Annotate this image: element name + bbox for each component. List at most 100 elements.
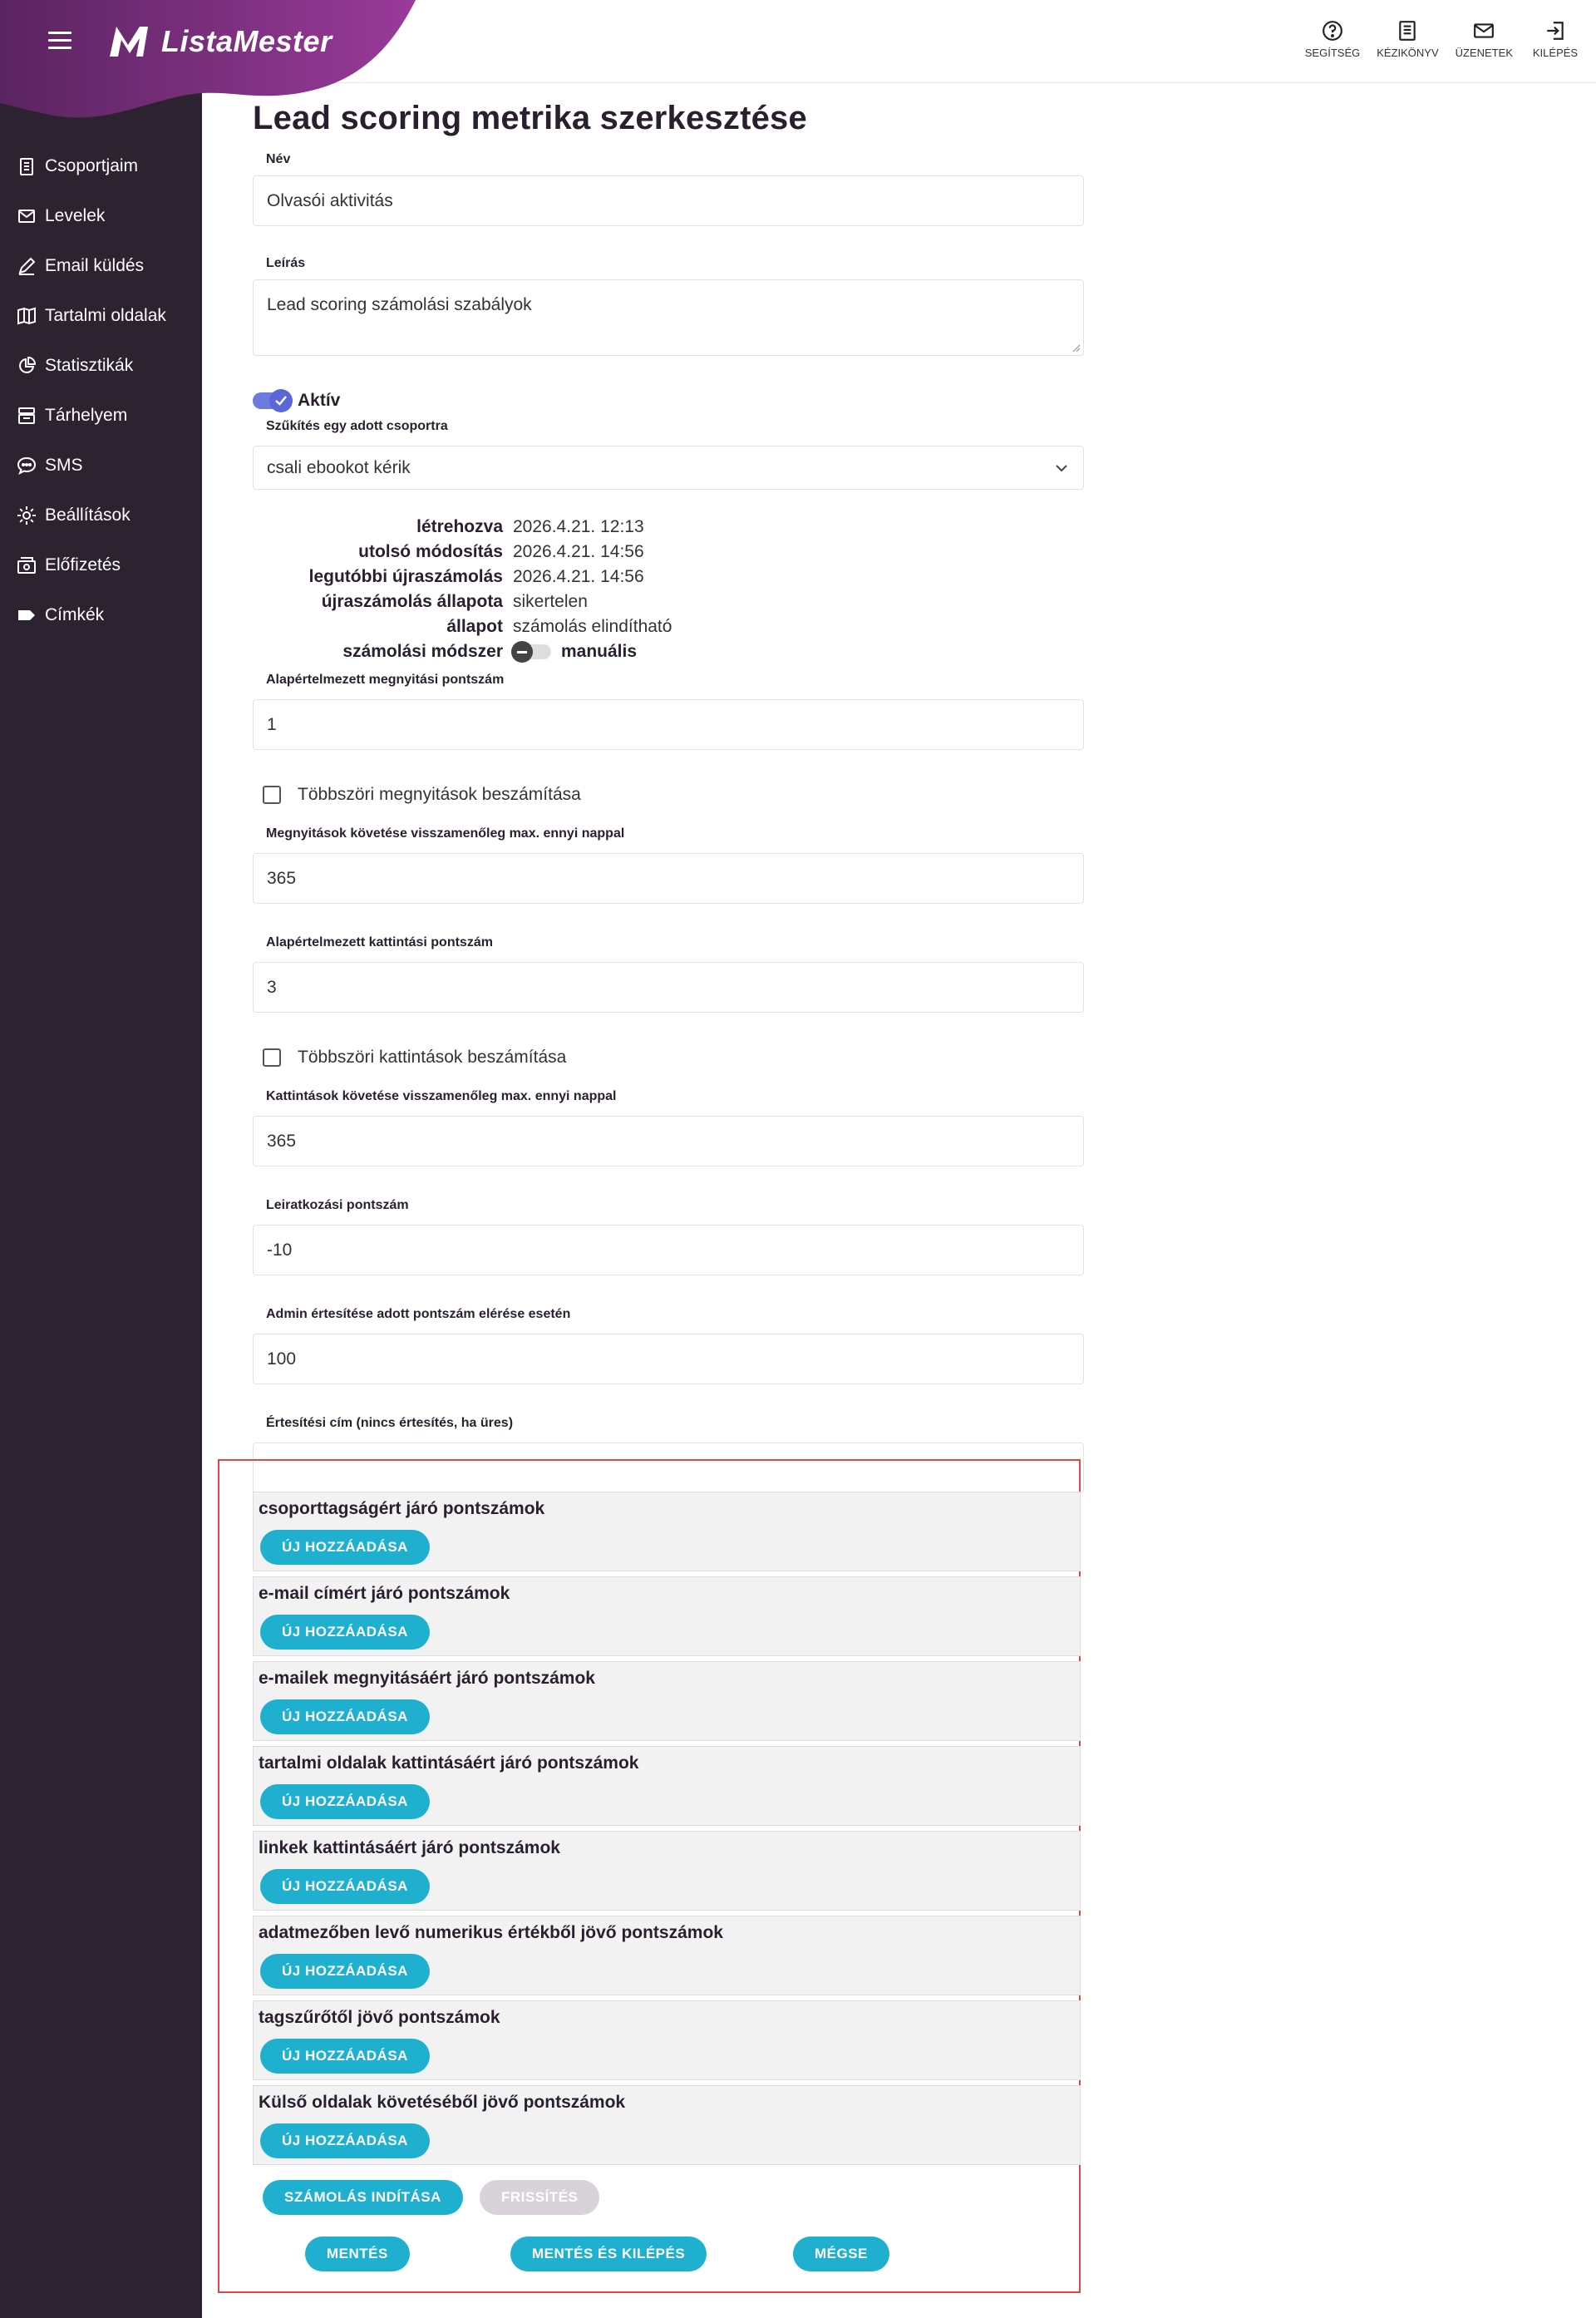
resize-grip-icon[interactable] (1071, 343, 1080, 352)
score-block-external-pages: Külső oldalak követéséből jövő pontszámo… (253, 2085, 1081, 2165)
pie-chart-icon (19, 356, 37, 373)
help-button[interactable]: SEGÍTSÉG (1305, 20, 1360, 59)
cancel-button[interactable]: MÉGSE (793, 2237, 889, 2271)
multi-open-checkbox[interactable] (263, 786, 281, 804)
add-new-button[interactable]: ÚJ HOZZÁADÁSA (260, 2123, 430, 2158)
click-score-input[interactable]: 3 (253, 962, 1084, 1013)
sidebar-item-statistics[interactable]: Statisztikák (0, 341, 202, 391)
description-label: Leírás (266, 256, 306, 270)
open-score-value: 1 (267, 714, 277, 734)
metric-edit-form: Lead scoring metrika szerkesztése Név Ol… (253, 100, 1084, 1493)
score-block-link-clicks: linkek kattintásáért járó pontszámok ÚJ … (253, 1831, 1081, 1911)
description-textarea[interactable]: Lead scoring számolási szabályok (253, 279, 1084, 356)
click-days-input[interactable]: 365 (253, 1116, 1084, 1166)
multi-click-label: Többszöri kattintások beszámítása (298, 1048, 567, 1067)
open-days-label: Megnyitások követése visszamenőleg max. … (266, 826, 625, 841)
unsubscribe-score-value: -10 (267, 1240, 293, 1260)
recalc-state-key: újraszámolás állapota (321, 592, 503, 611)
unsubscribe-score-label: Leiratkozási pontszám (266, 1198, 409, 1212)
multi-open-label: Többszöri megnyitások beszámítása (298, 785, 581, 804)
calc-method-toggle[interactable]: manuális (511, 641, 638, 663)
open-score-input[interactable]: 1 (253, 699, 1084, 750)
open-days-input[interactable]: 365 (253, 853, 1084, 904)
method-value: manuális (561, 642, 638, 661)
calc-method-switch[interactable] (511, 641, 551, 663)
add-new-button[interactable]: ÚJ HOZZÁADÁSA (260, 1699, 430, 1734)
clipboard-icon (20, 158, 33, 175)
sidebar-item-subscription[interactable]: Előfizetés (0, 540, 202, 590)
sidebar-item-send-email[interactable]: Email küldés (0, 241, 202, 291)
save-button[interactable]: MENTÉS (305, 2237, 410, 2271)
multi-click-checkbox[interactable] (263, 1048, 281, 1067)
notify-address-label: Értesítési cím (nincs értesítés, ha üres… (266, 1416, 514, 1430)
menu-toggle-icon[interactable] (48, 32, 71, 52)
refresh-button[interactable]: FRISSÍTÉS (480, 2180, 600, 2215)
start-calculation-button[interactable]: SZÁMOLÁS INDÍTÁSA (263, 2180, 463, 2215)
save-and-exit-button[interactable]: MENTÉS ÉS KILÉPÉS (510, 2237, 707, 2271)
sidebar-item-label: Tartalmi oldalak (45, 306, 166, 325)
sidebar-nav: Csoportjaim Levelek Email küldés Tartalm… (0, 141, 202, 640)
block-title: tartalmi oldalak kattintásáért járó pont… (259, 1753, 639, 1773)
group-filter-value: csali ebookot kérik (267, 457, 411, 477)
storage-icon (18, 407, 35, 424)
click-days-label: Kattintások követése visszamenőleg max. … (266, 1089, 617, 1103)
sidebar-item-label: SMS (45, 456, 83, 475)
score-block-group-membership: csoporttagságért járó pontszámok ÚJ HOZZ… (253, 1492, 1081, 1571)
admin-notify-input[interactable]: 100 (253, 1334, 1084, 1384)
recalc-state-value: sikertelen (513, 592, 588, 611)
sidebar-item-storage[interactable]: Tárhelyem (0, 391, 202, 441)
recalc-key: legutóbbi újraszámolás (308, 567, 503, 586)
active-switch[interactable] (253, 389, 293, 412)
envelope-icon (1474, 23, 1495, 38)
click-days-value: 365 (267, 1131, 297, 1151)
multi-open-checkbox-row[interactable]: Többszöri megnyitások beszámítása (263, 785, 1084, 805)
mail-icon (18, 210, 35, 223)
created-value: 2026.4.21. 12:13 (513, 517, 644, 536)
open-days-value: 365 (267, 868, 297, 888)
add-new-button[interactable]: ÚJ HOZZÁADÁSA (260, 1615, 430, 1650)
sidebar-item-label: Előfizetés (45, 555, 121, 575)
sidebar-item-label: Email küldés (45, 256, 145, 275)
messages-button[interactable]: ÜZENETEK (1456, 20, 1513, 59)
modified-key: utolsó módosítás (358, 542, 503, 561)
sidebar-item-sms[interactable]: SMS (0, 441, 202, 491)
admin-notify-value: 100 (267, 1349, 297, 1369)
help-label: SEGÍTSÉG (1304, 47, 1361, 59)
manual-button[interactable]: KÉZIKÖNYV (1377, 20, 1439, 59)
add-new-button[interactable]: ÚJ HOZZÁADÁSA (260, 2039, 430, 2074)
logout-button[interactable]: KILÉPÉS (1530, 20, 1581, 59)
block-title: e-mailek megnyitásáért járó pontszámok (259, 1669, 595, 1688)
add-new-button[interactable]: ÚJ HOZZÁADÁSA (260, 1530, 430, 1565)
unsubscribe-score-input[interactable]: -10 (253, 1225, 1084, 1275)
name-input[interactable]: Olvasói aktivitás (253, 175, 1084, 226)
add-new-button[interactable]: ÚJ HOZZÁADÁSA (260, 1869, 430, 1904)
sidebar-item-label: Levelek (45, 206, 106, 225)
top-actions: SEGÍTSÉG KÉZIKÖNYV ÜZENETEK KILÉPÉS (1305, 20, 1581, 59)
active-toggle[interactable]: Aktív (253, 389, 1084, 412)
score-block-member-filter: tagszűrőtől jövő pontszámok ÚJ HOZZÁADÁS… (253, 2000, 1081, 2080)
block-title: linkek kattintásáért járó pontszámok (259, 1838, 560, 1857)
sidebar-item-letters[interactable]: Levelek (0, 191, 202, 241)
sidebar-item-tags[interactable]: Címkék (0, 590, 202, 640)
modified-value: 2026.4.21. 14:56 (513, 542, 644, 561)
sidebar-item-groups[interactable]: Csoportjaim (0, 141, 202, 191)
sidebar-item-content-pages[interactable]: Tartalmi oldalak (0, 291, 202, 341)
block-title: tagszűrőtől jövő pontszámok (259, 2008, 500, 2027)
group-filter-label: Szűkítés egy adott csoportra (266, 419, 448, 433)
sidebar-item-label: Címkék (45, 605, 105, 624)
gear-icon (17, 506, 36, 525)
multi-click-checkbox-row[interactable]: Többszöri kattintások beszámítása (263, 1048, 1084, 1068)
block-title: csoporttagságért járó pontszámok (259, 1499, 545, 1518)
sms-icon (17, 456, 37, 476)
logo-mark-icon (110, 27, 148, 57)
click-score-label: Alapértelmezett kattintási pontszám (266, 935, 493, 949)
book-icon (17, 307, 36, 325)
brand-logo[interactable]: ListaMester (106, 23, 332, 60)
group-filter-select[interactable]: csali ebookot kérik (253, 446, 1084, 490)
created-key: létrehozva (416, 517, 503, 536)
add-new-button[interactable]: ÚJ HOZZÁADÁSA (260, 1784, 430, 1819)
logo-background (0, 0, 416, 118)
sidebar-item-settings[interactable]: Beállítások (0, 491, 202, 540)
add-new-button[interactable]: ÚJ HOZZÁADÁSA (260, 1954, 430, 1989)
active-label: Aktív (298, 391, 341, 410)
